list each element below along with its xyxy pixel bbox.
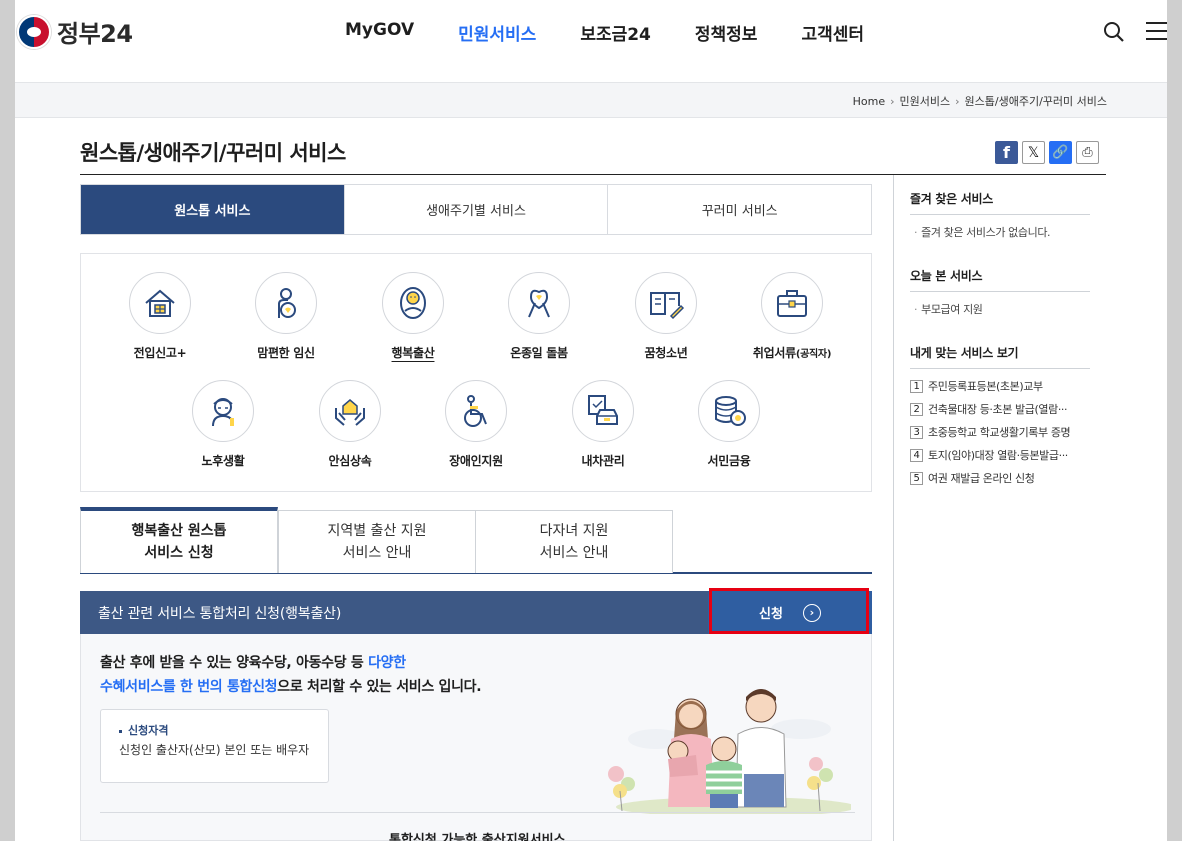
search-icon[interactable]: [1103, 21, 1125, 43]
recommended-service-item[interactable]: 5 여권 재발급 온라인 신청: [910, 470, 1090, 486]
breadcrumb-home[interactable]: Home: [853, 95, 885, 108]
nav-civil-service[interactable]: 민원서비스: [458, 20, 536, 45]
link-copy-icon[interactable]: 🔗: [1049, 141, 1072, 164]
apply-bar: 출산 관련 서비스 통합처리 신청(행복출산) 신청 ›: [80, 591, 872, 634]
recommended-service-item[interactable]: 2 건축물대장 등·초본 발급(열람···: [910, 401, 1090, 417]
service-label: 서민금융: [707, 454, 751, 468]
book-icon: [650, 292, 685, 320]
family-illustration: [608, 689, 851, 814]
site-header: 정부24 MyGOV 민원서비스 보조금24 정책정보 고객센터: [15, 0, 1167, 82]
breadcrumb-current: 원스톱/생애주기/꾸러미 서비스: [964, 95, 1107, 108]
tab-multi-child-support[interactable]: 다자녀 지원 서비스 안내: [475, 510, 673, 573]
service-item-happy-birth[interactable]: 행복출산: [353, 272, 473, 361]
x-share-icon[interactable]: 𝕏: [1022, 141, 1045, 164]
qualification-desc: 신청인 출산자(산모) 본인 또는 배우자: [119, 743, 310, 757]
integrated-services-title: 통합신청 가능한 출산지원서비스: [389, 833, 566, 841]
service-label: 취업서류(공직자): [752, 346, 832, 360]
qualification-card: 신청자격 신청인 출산자(산모) 본인 또는 배우자: [100, 709, 329, 783]
main-nav: MyGOV 민원서비스 보조금24 정책정보 고객센터: [345, 20, 908, 45]
house-icon: [145, 289, 175, 317]
onestop-service-grid: 전입신고+ 맘편한 임신 행복출산 온종일 돌봄 꿈청소년 취업서류(공직자) …: [80, 253, 872, 492]
hands-house-icon: [335, 399, 365, 426]
service-label: 온종일 돌봄: [510, 346, 568, 360]
pregnant-icon: [278, 288, 296, 318]
service-label: 노후생활: [201, 454, 245, 468]
tab-package[interactable]: 꾸러미 서비스: [608, 185, 872, 234]
facebook-share-icon[interactable]: f: [995, 141, 1018, 164]
nav-mygov[interactable]: MyGOV: [345, 20, 414, 45]
tab-lifecycle[interactable]: 생애주기별 서비스: [344, 185, 609, 234]
nav-subsidy24[interactable]: 보조금24: [580, 20, 651, 45]
recommended-service-item[interactable]: 3 초중등학교 학교생활기록부 증명: [910, 424, 1090, 440]
recent-service-item[interactable]: 부모급여 지원: [910, 301, 1090, 317]
service-label: 내차관리: [581, 454, 625, 468]
breadcrumb: Home › 민원서비스 › 원스톱/생애주기/꾸러미 서비스: [853, 93, 1107, 109]
birth-service-tabs: 행복출산 원스톱 서비스 신청 지역별 출산 지원 서비스 안내 다자녀 지원 서비스…: [80, 507, 872, 574]
service-label: 안심상속: [328, 454, 372, 468]
recommended-service-item[interactable]: 1 주민등록표등본(초본)교부: [910, 378, 1090, 394]
print-icon[interactable]: ⎙: [1076, 141, 1099, 164]
page: 정부24 MyGOV 민원서비스 보조금24 정책정보 고객센터 Home › …: [15, 0, 1167, 841]
briefcase-icon: [777, 290, 807, 317]
service-item-finance[interactable]: 서민금융: [669, 380, 789, 469]
qualification-title: 신청자격: [119, 722, 168, 738]
wheelchair-icon: [464, 395, 487, 427]
service-item-employment-docs[interactable]: 취업서류(공직자): [732, 272, 852, 361]
logo-text: 정부24: [57, 20, 133, 48]
title-divider: [80, 174, 1106, 175]
favorites-title: 즐겨 찾은 서비스: [910, 190, 1090, 215]
recommended-service-item[interactable]: 4 토지(임야)대장 열람·등본발급···: [910, 447, 1090, 463]
service-label: 맘편한 임신: [257, 346, 315, 360]
recommended-services-list: 1 주민등록표등본(초본)교부 2 건축물대장 등·초본 발급(열람··· 3 초중등…: [910, 378, 1090, 486]
chevron-right-icon: ›: [890, 94, 895, 108]
recommended-services-title: 내게 맞는 서비스 보기: [910, 344, 1090, 369]
service-item-inheritance[interactable]: 안심상속: [290, 380, 410, 469]
service-item-retirement[interactable]: 노후생활: [163, 380, 283, 469]
page-title: 원스톱/생애주기/꾸러미 서비스: [80, 141, 346, 165]
service-description: 출산 후에 받을 수 있는 양육수당, 아동수당 등 다양한 수혜서비스를 한 …: [100, 655, 482, 695]
section-divider: [100, 812, 855, 813]
service-label: 꿈청소년: [644, 346, 688, 360]
taegeuk-logo-icon: [17, 14, 51, 49]
recent-services-title: 오늘 본 서비스: [910, 267, 1090, 292]
service-item-pregnancy[interactable]: 맘편한 임신: [226, 272, 346, 361]
apply-button[interactable]: 신청 ›: [708, 591, 872, 634]
service-label: 행복출산: [391, 346, 435, 360]
service-type-tabs: 원스톱 서비스 생애주기별 서비스 꾸러미 서비스: [80, 184, 872, 235]
coins-icon: [715, 396, 746, 426]
ribbon-icon: [528, 289, 550, 318]
tab-onestop[interactable]: 원스톱 서비스: [81, 185, 345, 234]
service-label: 전입신고+: [133, 346, 187, 360]
hamburger-menu-icon[interactable]: [1146, 21, 1167, 41]
service-item-disability[interactable]: 장애인지원: [416, 380, 536, 469]
service-label: 장애인지원: [449, 454, 503, 468]
sidebar-divider: [893, 175, 894, 841]
tab-regional-birth-support[interactable]: 지역별 출산 지원 서비스 안내: [278, 510, 476, 573]
favorites-empty-message: 즐겨 찾은 서비스가 없습니다.: [910, 224, 1090, 240]
service-item-car[interactable]: 내차관리: [543, 380, 663, 469]
apply-bar-title: 출산 관련 서비스 통합처리 신청(행복출산): [98, 606, 342, 622]
nav-policy-info[interactable]: 정책정보: [695, 20, 758, 45]
site-logo[interactable]: 정부24: [17, 14, 133, 49]
quick-sidebar: 즐겨 찾은 서비스 즐겨 찾은 서비스가 없습니다. 오늘 본 서비스 부모급여…: [910, 190, 1090, 493]
breadcrumb-bar: Home › 민원서비스 › 원스톱/생애주기/꾸러미 서비스: [15, 82, 1167, 118]
baby-icon: [400, 287, 426, 319]
service-item-move-in[interactable]: 전입신고+: [100, 272, 220, 361]
car-icon: [588, 395, 618, 425]
share-buttons: f 𝕏 🔗 ⎙: [995, 141, 1099, 164]
nav-customer-center[interactable]: 고객센터: [801, 20, 864, 45]
apply-button-label: 신청: [759, 607, 783, 622]
chevron-right-icon: ›: [955, 94, 960, 108]
breadcrumb-civil-service[interactable]: 민원서비스: [900, 93, 951, 109]
service-item-all-day-care[interactable]: 온종일 돌봄: [479, 272, 599, 361]
chevron-right-circle-icon: ›: [802, 603, 821, 622]
tab-birth-onestop-apply[interactable]: 행복출산 원스톱 서비스 신청: [80, 507, 278, 573]
elder-icon: [212, 398, 234, 427]
service-info-box: 출산 후에 받을 수 있는 양육수당, 아동수당 등 다양한 수혜서비스를 한 …: [80, 634, 872, 841]
service-item-youth[interactable]: 꿈청소년: [606, 272, 726, 361]
